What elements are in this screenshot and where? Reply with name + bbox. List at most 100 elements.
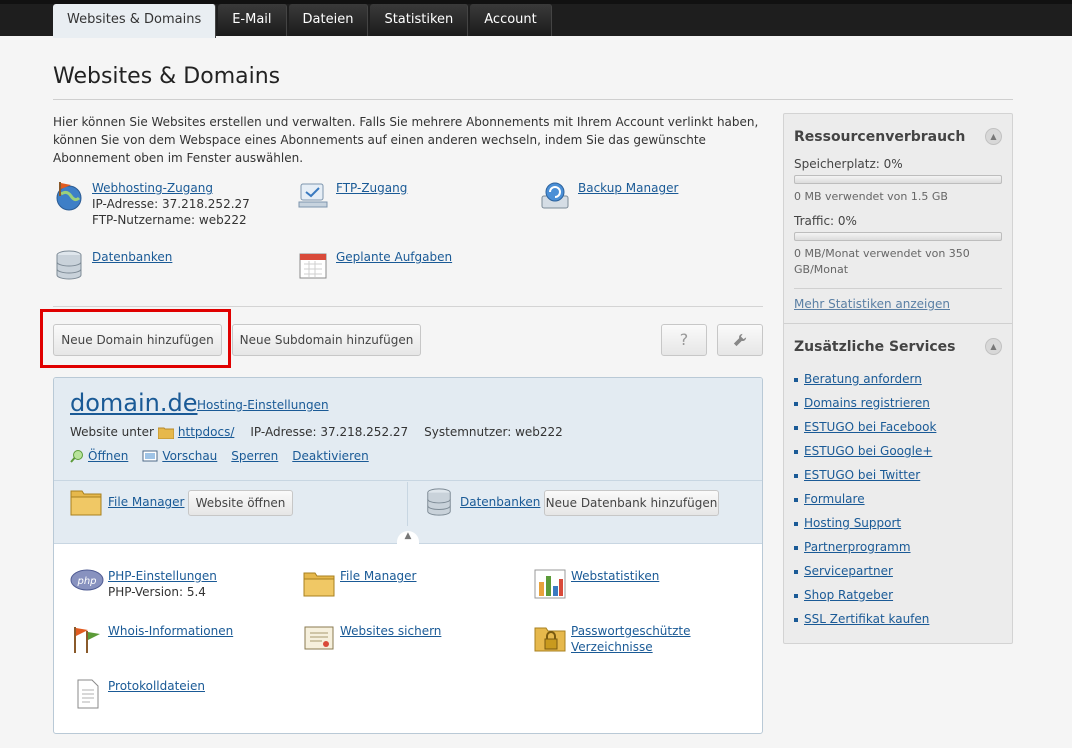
domain-info: Website unter httpdocs/ IP-Adresse: 37.2… [70,425,563,439]
file-manager-row: File Manager [70,488,185,516]
resources-title: Ressourcenverbrauch [794,128,966,145]
log-files-item: Protokolldateien [70,678,205,710]
tab-account[interactable]: Account [470,4,552,36]
domain-ip: IP-Adresse: 37.218.252.27 [250,425,409,439]
collapse-services-icon[interactable]: ▲ [985,338,1002,355]
certificate-icon [304,626,334,650]
protected-dirs-link-line2[interactable]: Verzeichnisse [571,639,691,655]
service-link[interactable]: ESTUGO bei Google+ [804,444,932,458]
service-link[interactable]: Beratung anfordern [804,372,922,386]
service-link[interactable]: Domains registrieren [804,396,930,410]
backup-manager-item: Backup Manager [539,180,678,212]
domain-split [407,482,408,526]
php-settings-link[interactable]: PHP-Einstellungen [108,569,217,583]
domain-divider [54,480,762,481]
webhosting-access-item: Webhosting-Zugang IP-Adresse: 37.218.252… [53,180,250,228]
service-link[interactable]: Formulare [804,492,865,506]
databases-row: Datenbanken [424,486,540,518]
docroot-link[interactable]: httpdocs/ [178,425,234,439]
flags-icon [74,627,100,653]
scheduled-tasks-link[interactable]: Geplante Aufgaben [336,250,452,264]
open-link[interactable]: Öffnen [88,449,128,463]
list-item: ESTUGO bei Twitter [794,463,1002,487]
service-link[interactable]: ESTUGO bei Facebook [804,420,936,434]
tab-email[interactable]: E-Mail [218,4,287,36]
databases-item: Datenbanken [53,249,172,281]
open-action[interactable]: Öffnen [70,449,128,463]
webhosting-ip: IP-Adresse: 37.218.252.27 [92,197,250,211]
php-settings-item: php PHP-Einstellungen PHP-Version: 5.4 [70,568,217,600]
more-stats-link[interactable]: Mehr Statistiken anzeigen [794,297,1002,311]
whois-item: Whois-Informationen [70,623,233,655]
backup-manager-link[interactable]: Backup Manager [578,181,678,195]
webstats-link[interactable]: Webstatistiken [571,569,659,583]
protected-dirs-link-line1[interactable]: Passwortgeschützte [571,623,691,639]
calendar-icon [299,253,327,279]
deactivate-link[interactable]: Deaktivieren [292,449,368,463]
tab-files[interactable]: Dateien [288,4,369,36]
collapse-resources-icon[interactable]: ▲ [985,128,1002,145]
service-link[interactable]: ESTUGO bei Twitter [804,468,920,482]
list-item: Servicepartner [794,559,1002,583]
webhosting-access-link[interactable]: Webhosting-Zugang [92,181,213,195]
folder-icon [303,572,335,597]
traffic-note: 0 MB/Monat verwendet von 350 GB/Monat [794,247,970,276]
open-website-button[interactable]: Website öffnen [188,490,293,516]
log-files-link[interactable]: Protokolldateien [108,679,205,693]
preview-icon [142,450,158,461]
tab-websites-domains[interactable]: Websites & Domains [53,4,217,38]
storage-progress-bar [794,175,1002,184]
list-item: SSL Zertifikat kaufen [794,607,1002,631]
ftp-access-item: FTP-Zugang [297,180,407,212]
services-title: Zusätzliche Services [794,338,956,355]
ftp-access-link[interactable]: FTP-Zugang [336,181,407,195]
storage-label: Speicherplatz: 0% [794,157,903,171]
traffic-progress-bar [794,232,1002,241]
folder-icon [157,427,174,439]
preview-link[interactable]: Vorschau [162,449,217,463]
domain-panel: domain.de Hosting-Einstellungen Website … [53,377,763,734]
databases-link[interactable]: Datenbanken [92,250,172,264]
domain-name-link[interactable]: domain.de [70,389,198,417]
preview-action[interactable]: Vorschau [142,449,217,463]
file-manager-link[interactable]: File Manager [108,495,185,509]
scheduled-tasks-item: Geplante Aufgaben [297,249,452,281]
intro-text: Hier können Sie Websites erstellen und v… [53,115,759,165]
webhosting-ftp-user: FTP-Nutzername: web222 [92,213,247,227]
section-divider [53,306,763,307]
service-link[interactable]: Hosting Support [804,516,901,530]
list-item: Shop Ratgeber [794,583,1002,607]
lock-link[interactable]: Sperren [231,449,278,463]
help-button[interactable]: ? [661,324,707,356]
svg-text:php: php [76,576,96,587]
website-backup-link[interactable]: Websites sichern [340,624,441,638]
domain-actions: Öffnen Vorschau Sperren Deaktivieren [70,449,369,463]
list-item: Hosting Support [794,511,1002,535]
bar-chart-icon [534,569,566,599]
service-link[interactable]: Partnerprogramm [804,540,911,554]
services-list: Beratung anfordern Domains registrieren … [794,367,1002,631]
whois-link[interactable]: Whois-Informationen [108,624,233,638]
backup-icon [541,182,569,209]
page-title: Websites & Domains [53,64,281,89]
service-link[interactable]: Servicepartner [804,564,893,578]
file-manager-tool-link[interactable]: File Manager [340,569,417,583]
traffic-label: Traffic: 0% [794,214,857,228]
list-item: Partnerprogramm [794,535,1002,559]
add-subdomain-button[interactable]: Neue Subdomain hinzufügen [232,324,421,356]
document-icon [77,679,99,709]
main-tabs: Websites & Domains E-Mail Dateien Statis… [53,4,554,38]
add-database-button[interactable]: Neue Datenbank hinzufügen [544,490,719,516]
domain-databases-link[interactable]: Datenbanken [460,495,540,509]
resources-section: Ressourcenverbrauch ▲ Speicherplatz: 0% … [784,114,1012,323]
service-link[interactable]: SSL Zertifikat kaufen [804,612,929,626]
hosting-settings-link[interactable]: Hosting-Einstellungen [197,398,329,412]
service-link[interactable]: Shop Ratgeber [804,588,893,602]
website-prefix: Website unter [70,425,154,439]
folder-icon [70,490,102,516]
database-icon [56,250,82,280]
list-item: Formulare [794,487,1002,511]
ftp-icon [298,183,328,208]
tab-statistics[interactable]: Statistiken [370,4,469,36]
tools-button[interactable] [717,324,763,356]
